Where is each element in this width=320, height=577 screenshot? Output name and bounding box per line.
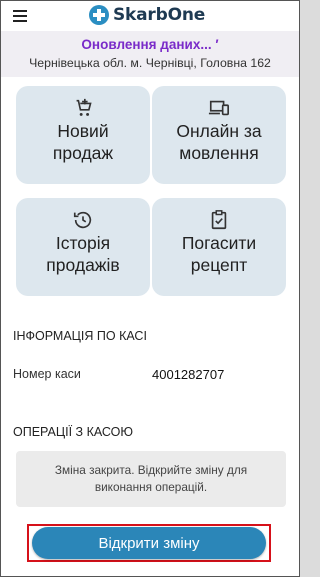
devices-icon xyxy=(208,100,229,116)
tile-label: Історія продажів xyxy=(46,233,120,275)
tile-label: Новий продаж xyxy=(52,121,114,163)
status-header: Оновлення даних... ′ Чернівецька обл. м.… xyxy=(1,31,299,77)
cart-plus-icon xyxy=(76,98,92,116)
logo-text: SkarbOne xyxy=(113,5,206,25)
app-bar: SkarbOne xyxy=(1,1,299,31)
shift-closed-notice: Зміна закрита. Відкрийте зміну для викон… xyxy=(16,451,286,507)
app-screen: SkarbOne Оновлення даних... ′ Чернівецьк… xyxy=(0,0,300,577)
app-logo: SkarbOne xyxy=(89,3,205,27)
logo-cross-icon xyxy=(89,5,109,25)
sales-history-tile[interactable]: Історія продажів xyxy=(16,198,150,296)
open-shift-button[interactable]: Відкрити зміну xyxy=(32,527,266,559)
notice-text: Зміна закрита. Відкрийте зміну для викон… xyxy=(54,463,248,494)
cash-info-title: ІНФОРМАЦІЯ ПО КАСІ xyxy=(13,329,147,343)
updating-status: Оновлення даних... ′ xyxy=(81,37,219,52)
history-icon xyxy=(73,211,92,229)
operations-title: ОПЕРАЦІЇ З КАСОЮ xyxy=(13,425,134,439)
tile-label: Погасити рецепт xyxy=(181,233,257,275)
redeem-prescription-tile[interactable]: Погасити рецепт xyxy=(152,198,286,296)
tile-label: Онлайн замовлення xyxy=(176,121,262,163)
register-number-label: Номер каси xyxy=(13,367,81,381)
hamburger-menu-icon[interactable] xyxy=(13,10,27,22)
online-orders-tile[interactable]: Онлайн замовлення xyxy=(152,86,286,184)
clipboard-check-icon xyxy=(211,210,227,230)
new-sale-tile[interactable]: Новий продаж xyxy=(16,86,150,184)
register-number-value: 4001282707 xyxy=(152,367,225,382)
store-address: Чернівецька обл. м. Чернівці, Головна 16… xyxy=(29,56,271,70)
